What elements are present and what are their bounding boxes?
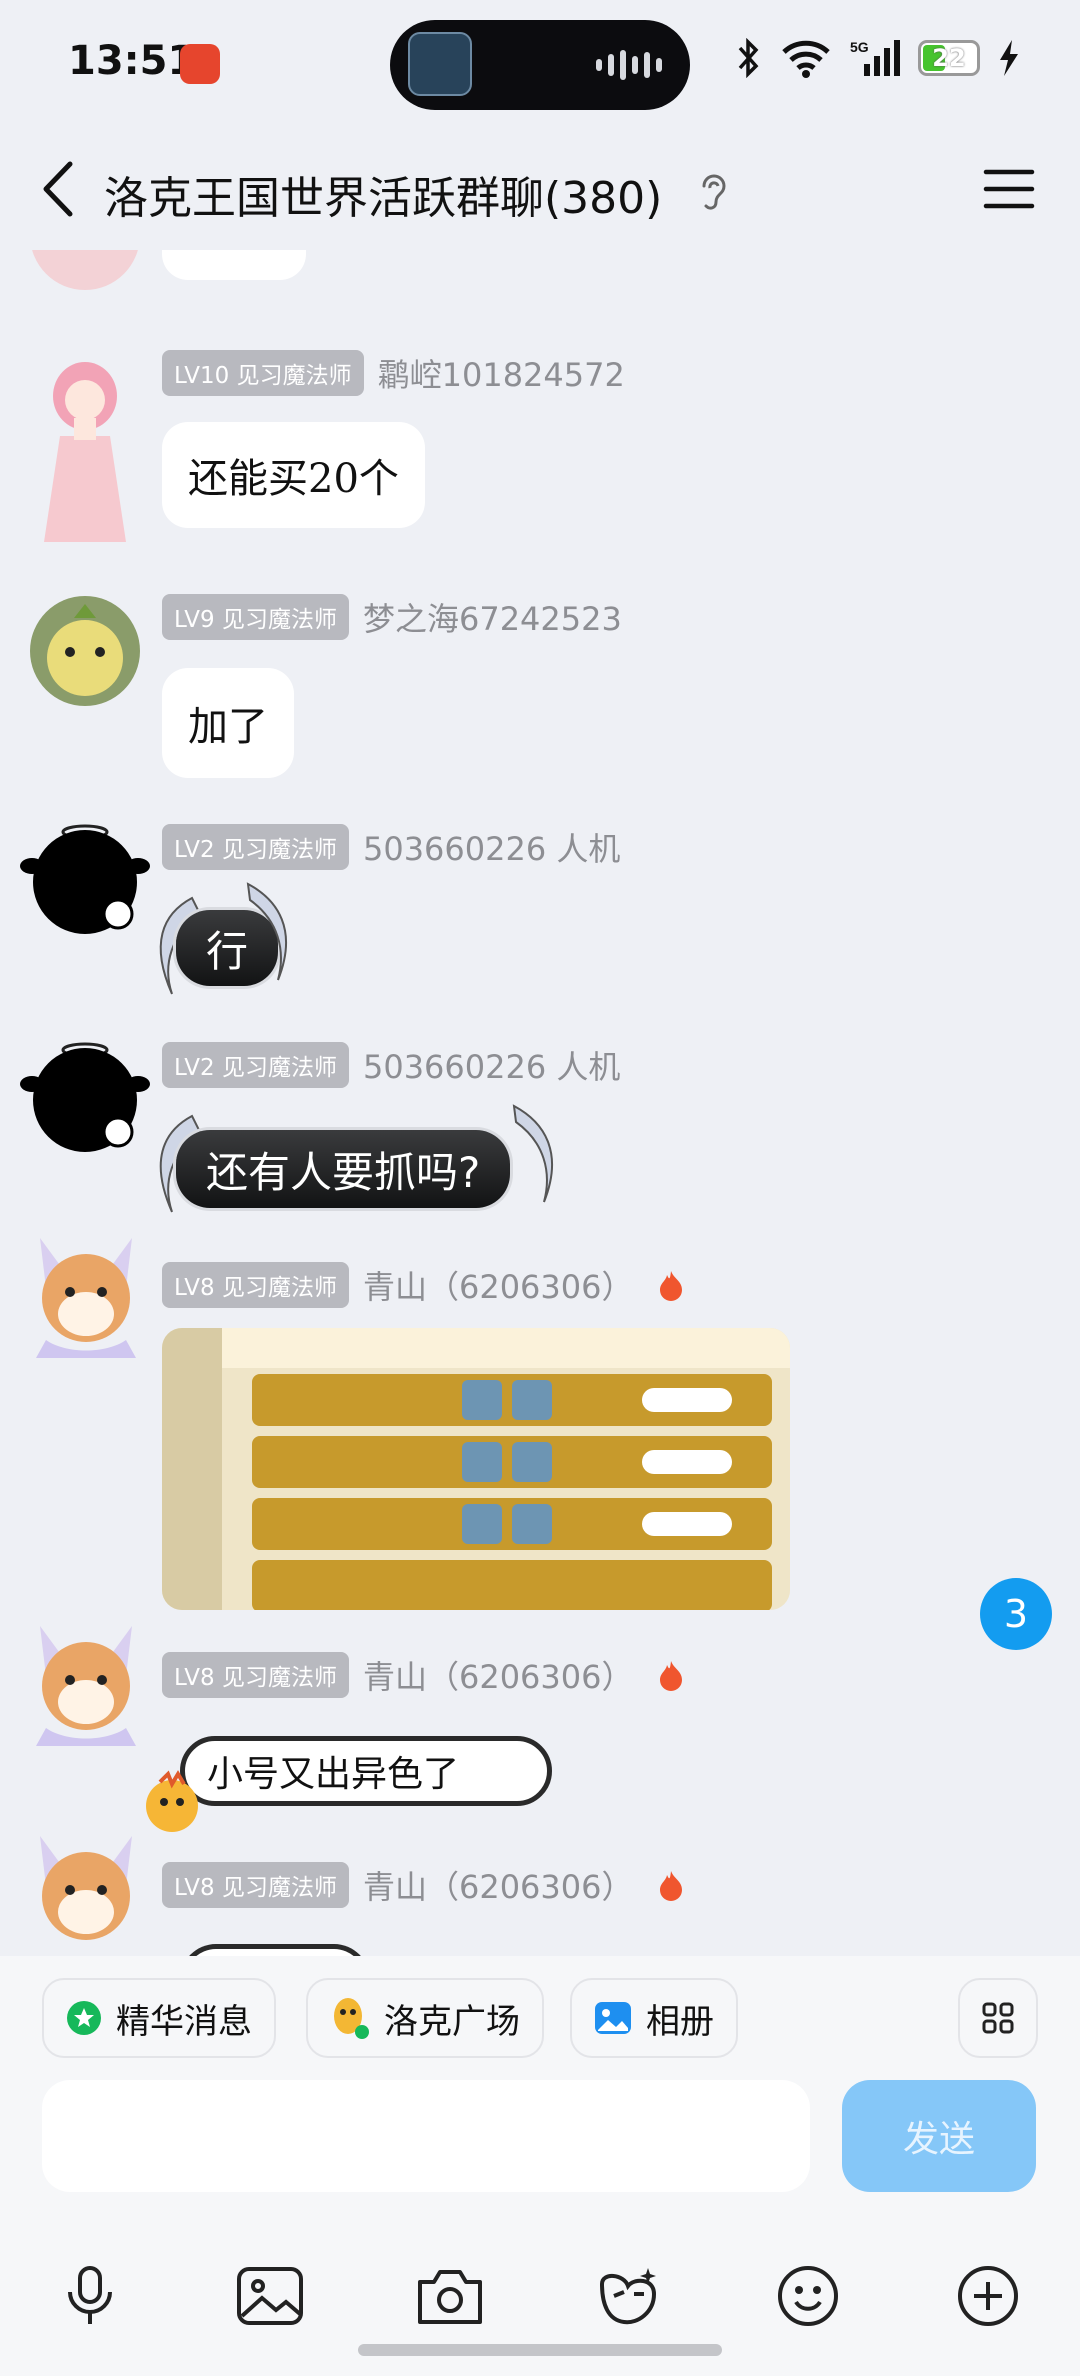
emoji-button[interactable] [768,2256,848,2336]
menu-button[interactable] [982,166,1036,212]
send-button[interactable]: 发送 [842,2080,1036,2192]
message-meta: LV9 见习魔法师 梦之海67242523 [162,594,622,640]
charging-icon [1000,40,1018,76]
ear-icon[interactable] [696,170,732,214]
more-apps-button[interactable] [958,1978,1038,2058]
avatar[interactable] [26,1228,146,1358]
now-playing-thumbnail [408,32,472,96]
fire-icon [659,1871,682,1901]
group-title[interactable]: 洛克王国世界活跃群聊(380) [104,162,662,226]
status-bar: 13:51 5G 22 [0,0,1080,130]
message-meta: LV2 见习魔法师 503660226 人机 [162,1042,620,1088]
level-badge: LV8 见习魔法师 [162,1652,349,1698]
more-button[interactable] [948,2256,1028,2336]
message-bubble[interactable] [162,250,306,280]
sticker-button[interactable] [588,2256,668,2336]
roco-plaza-chip[interactable]: 洛克广场 [306,1978,544,2058]
bottom-panel: 精华消息 洛克广场 相册 发送 [0,1956,1080,2376]
chat-header: 洛克王国世界活跃群聊(380) [0,130,1080,250]
back-button[interactable] [34,156,84,222]
photo-button[interactable] [230,2256,310,2336]
message-meta: LV8 见习魔法师 青山（6206306） [162,1862,684,1908]
level-badge: LV2 见习魔法师 [162,824,349,870]
level-badge: LV9 见习魔法师 [162,594,349,640]
level-badge: LV10 见习魔法师 [162,350,364,396]
avatar[interactable] [20,1028,150,1158]
message-bubble[interactable] [180,1944,370,1956]
message-list[interactable]: LV10 见习魔法师 鹴崆101824572 还能买20个 LV9 见习魔法师 … [0,250,1080,1956]
message-bubble[interactable]: 小号又出异色了 [180,1736,552,1806]
fire-icon [659,1661,682,1691]
level-badge: LV8 见习魔法师 [162,1862,349,1908]
battery-icon: 22 [918,40,980,76]
camera-icon [418,2270,482,2324]
message-meta: LV8 见习魔法师 青山（6206306） [162,1262,684,1308]
avatar[interactable] [26,1826,146,1956]
message-meta: LV2 见习魔法师 503660226 人机 [162,824,620,870]
sender-name[interactable]: 鹴崆101824572 [378,350,625,396]
status-time: 13:51 [68,38,196,84]
roco-plaza-icon [334,1998,369,2039]
sender-name[interactable]: 503660226 人机 [363,824,620,870]
plus-circle-icon [958,2266,1018,2326]
bubble-wing-decoration [512,1104,553,1203]
emoji-icon [778,2266,838,2326]
audio-wave-icon [596,50,662,80]
dynamic-island[interactable] [390,20,690,110]
network-type-label: 5G [850,39,869,55]
cellular-signal-icon: 5G [850,39,900,76]
chip-label: 精华消息 [116,2001,252,2042]
bubble-wing-decoration [246,882,287,981]
message-bubble[interactable]: 还有人要抓吗? [176,1130,511,1208]
game-screenshot-image[interactable] [162,1328,790,1610]
chip-label: 相册 [646,2001,714,2042]
system-icons: 5G 22 [736,38,1020,78]
essence-icon [67,2001,101,2035]
bluetooth-icon [738,38,759,78]
message-bubble[interactable]: 还能买20个 [162,422,425,528]
album-icon [595,2002,631,2034]
level-badge: LV8 见习魔法师 [162,1262,349,1308]
sender-name[interactable]: 梦之海67242523 [363,594,622,640]
message-input[interactable] [42,2080,810,2192]
fire-icon [659,1271,682,1301]
unread-count-badge[interactable]: 3 [980,1578,1052,1650]
notification-app-icon [180,44,220,84]
avatar[interactable] [26,1616,146,1746]
sender-name[interactable]: 青山（6206306） [363,1862,634,1908]
bubble-mascot-decoration [146,1770,198,1832]
battery-level: 22 [932,44,966,72]
microphone-icon [68,2266,112,2324]
level-badge: LV2 见习魔法师 [162,1042,349,1088]
avatar[interactable] [20,810,150,940]
sender-name[interactable]: 503660226 人机 [363,1042,620,1088]
message-meta: LV10 见习魔法师 鹴崆101824572 [162,350,625,396]
album-chip[interactable]: 相册 [570,1978,738,2058]
wifi-icon [782,40,830,78]
sticker-face-icon [599,2268,657,2325]
apps-grid-icon [982,2002,1014,2034]
voice-button[interactable] [50,2256,130,2336]
sender-name[interactable]: 青山（6206306） [363,1262,634,1308]
message-meta: LV8 见习魔法师 青山（6206306） [162,1652,684,1698]
message-bubble[interactable]: 加了 [162,668,294,778]
avatar[interactable] [30,356,140,546]
camera-button[interactable] [410,2256,490,2336]
essence-messages-chip[interactable]: 精华消息 [42,1978,276,2058]
chip-label: 洛克广场 [384,2001,520,2042]
avatar[interactable] [30,250,140,290]
image-icon [237,2267,303,2325]
sender-name[interactable]: 青山（6206306） [363,1652,634,1698]
home-indicator[interactable] [358,2344,722,2356]
avatar[interactable] [30,596,140,706]
